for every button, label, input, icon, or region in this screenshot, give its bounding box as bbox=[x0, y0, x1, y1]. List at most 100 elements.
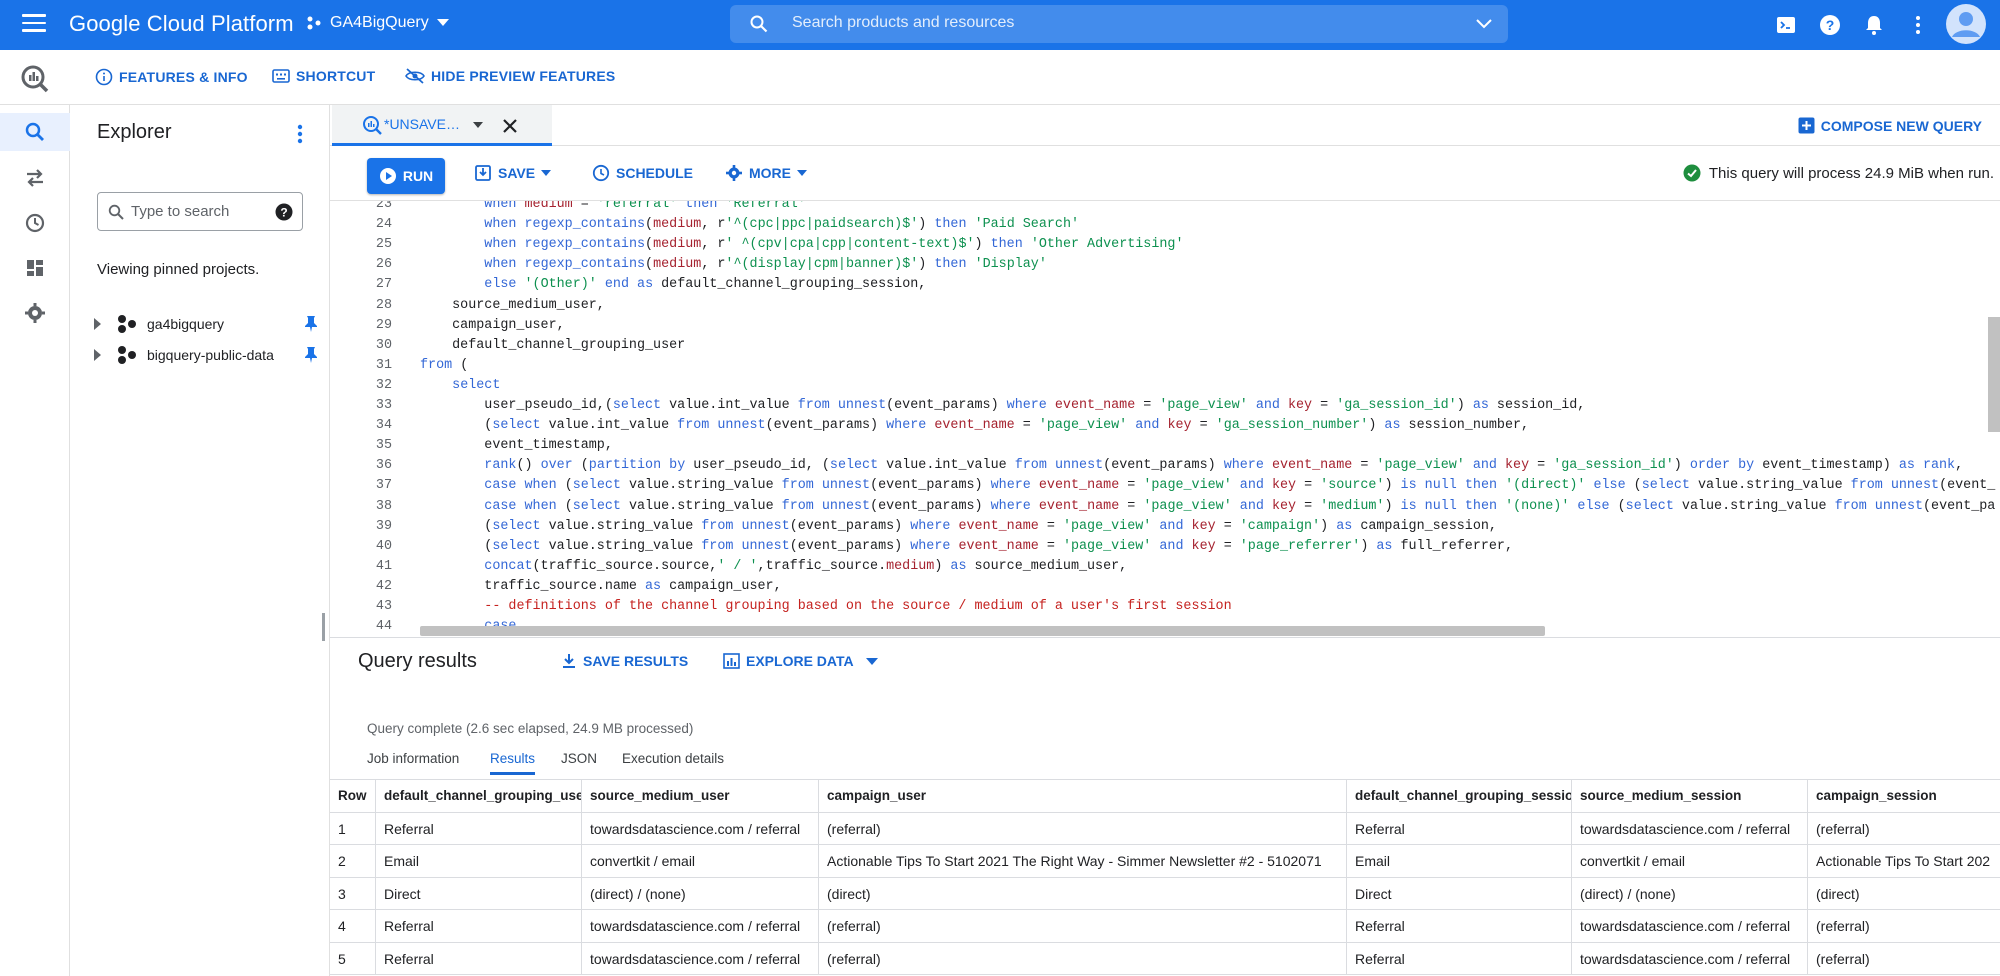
table-row[interactable]: 4 Referral towardsdatascience.com / referr… bbox=[330, 910, 2000, 943]
save-button[interactable]: SAVE bbox=[474, 164, 552, 182]
chevron-down-icon[interactable] bbox=[1476, 19, 1492, 29]
terminal-icon[interactable] bbox=[1774, 13, 1798, 37]
keyboard-icon bbox=[272, 69, 290, 83]
project-label: ga4bigquery bbox=[147, 316, 225, 332]
panel-resize-handle[interactable] bbox=[322, 613, 325, 641]
explore-data-button[interactable]: EXPLORE DATA bbox=[723, 653, 878, 669]
table-cell: Referral bbox=[1347, 812, 1572, 845]
app-title[interactable]: Google Cloud Platform bbox=[69, 11, 294, 37]
tab-job-information[interactable]: Job information bbox=[367, 751, 459, 775]
compose-new-query-button[interactable]: COMPOSE NEW QUERY bbox=[1798, 117, 1982, 134]
table-cell: Referral bbox=[376, 910, 582, 943]
code-line[interactable]: 41 concat(traffic_source.source,' / ',tr… bbox=[330, 559, 2000, 579]
table-cell: (direct) / (none) bbox=[1572, 877, 1808, 910]
line-number: 36 bbox=[375, 458, 392, 474]
account-icon[interactable] bbox=[1946, 4, 1986, 44]
tab-results[interactable]: Results bbox=[490, 751, 536, 775]
run-button[interactable]: RUN bbox=[367, 158, 445, 194]
code-line[interactable]: 42 traffic_source.name as campaign_user, bbox=[330, 579, 2000, 599]
bigquery-logo-icon bbox=[21, 65, 49, 93]
column-header: source_medium_session bbox=[1572, 780, 1808, 813]
gear-icon bbox=[726, 165, 742, 181]
explorer-search-input[interactable]: Type to search ? bbox=[97, 192, 303, 231]
code-line[interactable]: 34 (select value.int_value from unnest(e… bbox=[330, 418, 2000, 438]
code-line[interactable]: 29 campaign_user, bbox=[330, 318, 2000, 338]
tree-item-project[interactable]: ga4bigquery bbox=[93, 314, 318, 334]
tab-json[interactable]: JSON bbox=[561, 751, 597, 775]
features-info-button[interactable]: FEATURES & INFO bbox=[95, 68, 248, 86]
code-line[interactable]: 40 (select value.string_value from unnes… bbox=[330, 539, 2000, 559]
validator-status: This query will process 24.9 MiB when ru… bbox=[1683, 164, 1994, 182]
code-text: user_pseudo_id,(select value.int_value f… bbox=[420, 398, 1586, 413]
project-selector[interactable]: GA4BigQuery bbox=[306, 14, 449, 32]
chart-icon bbox=[723, 653, 740, 669]
code-line[interactable]: 33 user_pseudo_id,(select value.int_valu… bbox=[330, 398, 2000, 418]
table-cell: 1 bbox=[330, 812, 376, 845]
table-cell: towardsdatascience.com / referral bbox=[1572, 812, 1808, 845]
save-results-button[interactable]: SAVE RESULTS bbox=[561, 653, 688, 669]
pin-icon[interactable] bbox=[304, 315, 318, 333]
table-cell: 2 bbox=[330, 845, 376, 878]
more-button[interactable]: MORE bbox=[725, 164, 807, 182]
more-vert-icon[interactable] bbox=[1906, 13, 1930, 37]
editor-vertical-scrollbar[interactable] bbox=[1988, 317, 2000, 432]
code-line[interactable]: 27 else '(Other)' end as default_channel… bbox=[330, 277, 2000, 297]
code-line[interactable]: 39 (select value.string_value from unnes… bbox=[330, 519, 2000, 539]
code-line[interactable]: 28 source_medium_user, bbox=[330, 298, 2000, 318]
table-cell: towardsdatascience.com / referral bbox=[582, 812, 819, 845]
sql-editor[interactable]: 23 when medium = 'referral' then 'Referr… bbox=[330, 201, 2000, 638]
table-row[interactable]: 3 Direct (direct) / (none) (direct) Direct (d… bbox=[330, 877, 2000, 910]
table-row[interactable]: 1 Referral towardsdatascience.com / referr… bbox=[330, 812, 2000, 845]
expand-arrow-icon[interactable] bbox=[93, 318, 103, 330]
line-number: 34 bbox=[375, 418, 392, 434]
code-line[interactable]: 30 default_channel_grouping_user bbox=[330, 338, 2000, 358]
table-cell: Referral bbox=[376, 812, 582, 845]
shortcut-button[interactable]: SHORTCUT bbox=[272, 68, 375, 84]
more-vert-icon[interactable] bbox=[290, 122, 310, 146]
settings-gear-icon[interactable] bbox=[22, 300, 48, 326]
hide-preview-features-button[interactable]: HIDE PREVIEW FEATURES bbox=[405, 68, 615, 84]
code-line[interactable]: 26 when regexp_contains(medium, r'^(disp… bbox=[330, 257, 2000, 277]
search-input[interactable]: Search products and resources bbox=[792, 14, 1014, 32]
code-line[interactable]: 23 when medium = 'referral' then 'Referr… bbox=[330, 201, 2000, 217]
tree-item-project[interactable]: bigquery-public-data bbox=[93, 345, 318, 365]
code-line[interactable]: 36 rank() over (partition by user_pseudo… bbox=[330, 458, 2000, 478]
history-icon[interactable] bbox=[22, 210, 48, 236]
check-circle-icon bbox=[1683, 164, 1701, 182]
chevron-down-icon[interactable] bbox=[473, 122, 483, 129]
column-header: Row bbox=[330, 780, 376, 813]
tab-unsaved-query[interactable]: *UNSAVE… bbox=[332, 105, 552, 146]
tab-execution-details[interactable]: Execution details bbox=[622, 751, 724, 775]
code-line[interactable]: 37 case when (select value.string_value … bbox=[330, 478, 2000, 498]
code-line[interactable]: 32 select bbox=[330, 378, 2000, 398]
help-icon[interactable]: ? bbox=[1818, 13, 1842, 37]
schedule-label: SCHEDULE bbox=[616, 165, 694, 181]
search-bar[interactable]: Search products and resources bbox=[730, 5, 1508, 43]
transfers-icon[interactable] bbox=[22, 165, 48, 191]
code-line[interactable]: 31 from ( bbox=[330, 358, 2000, 378]
line-number: 43 bbox=[375, 599, 392, 614]
pin-icon[interactable] bbox=[304, 346, 318, 364]
explorer-title: Explorer bbox=[97, 121, 172, 143]
code-line[interactable]: 24 when regexp_contains(medium, r'^(cpc|… bbox=[330, 217, 2000, 237]
close-icon[interactable] bbox=[502, 118, 518, 134]
explorer-panel: Explorer Type to search ? Viewing pinned… bbox=[70, 105, 330, 976]
expand-arrow-icon[interactable] bbox=[93, 349, 103, 361]
menu-icon[interactable] bbox=[22, 14, 46, 34]
table-row[interactable]: 2 Email convertkit / email Actionable Tips … bbox=[330, 845, 2000, 878]
code-line[interactable]: 38 case when (select value.string_value … bbox=[330, 499, 2000, 519]
code-line[interactable]: 25 when regexp_contains(medium, r' ^(cpv… bbox=[330, 237, 2000, 257]
code-line[interactable]: 35 event_timestamp, bbox=[330, 438, 2000, 458]
schedule-button[interactable]: SCHEDULE bbox=[592, 164, 693, 182]
dashboard-icon[interactable] bbox=[22, 255, 48, 281]
explorer-search-placeholder: Type to search bbox=[131, 203, 230, 220]
table-cell: Email bbox=[1347, 845, 1572, 878]
table-row[interactable]: 5 Referral towardsdatascience.com / referr… bbox=[330, 942, 2000, 975]
help-icon[interactable]: ? bbox=[275, 203, 293, 221]
editor-horizontal-scrollbar[interactable] bbox=[420, 626, 1545, 636]
table-cell: towardsdatascience.com / referral bbox=[582, 910, 819, 943]
search-icon[interactable] bbox=[22, 119, 48, 145]
code-line[interactable]: 43 -- definitions of the channel groupin… bbox=[330, 599, 2000, 619]
bell-icon[interactable] bbox=[1862, 13, 1886, 37]
svg-text:?: ? bbox=[1826, 17, 1835, 33]
